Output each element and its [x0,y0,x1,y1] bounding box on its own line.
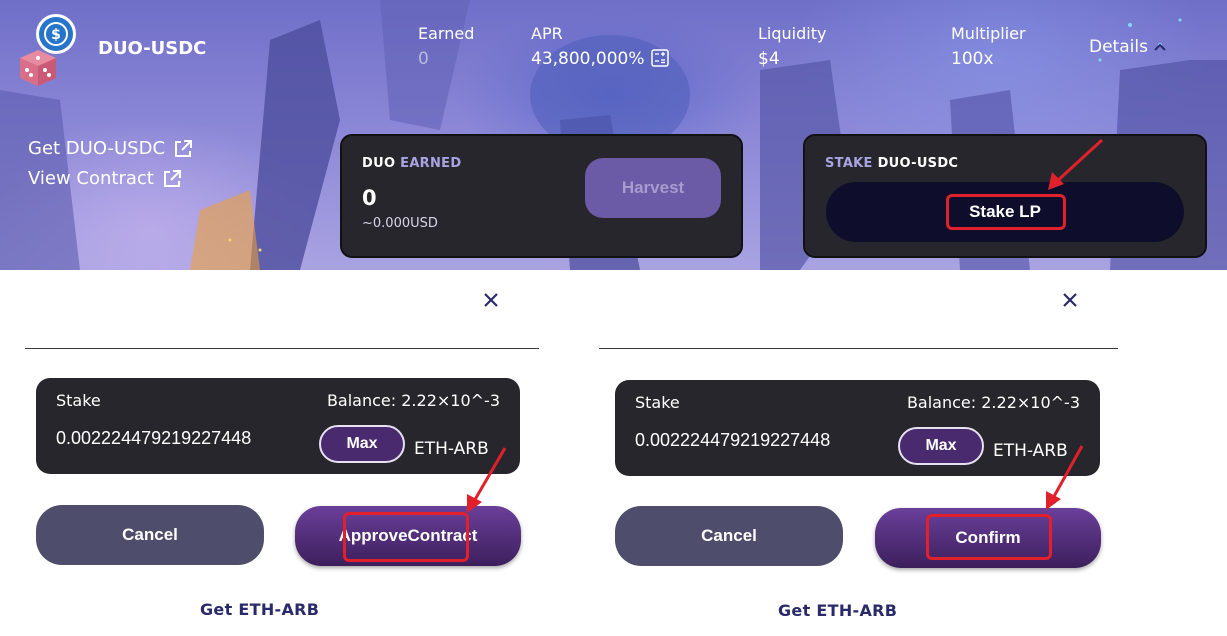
stake-amount-input[interactable] [635,430,885,451]
modal-divider [25,348,539,349]
calculator-icon[interactable] [651,49,669,67]
balance-text: Balance: 2.22×10^-3 [906,393,1080,412]
multiplier-value: 100x [951,49,994,69]
stake-input-box: Stake Balance: 2.22×10^-3 Max ETH-ARB [615,380,1100,476]
svg-text:$: $ [51,27,61,43]
close-icon[interactable] [479,288,503,312]
stake-label: Stake [635,393,680,412]
view-contract-link[interactable]: View Contract [28,168,182,189]
close-icon[interactable] [1058,288,1082,312]
harvest-button[interactable]: Harvest [585,158,721,218]
external-link-icon [163,169,181,187]
get-token-link[interactable]: Get ETH-ARB [778,601,897,620]
stake-label: Stake [56,391,101,410]
highlight-box [946,194,1066,230]
apr-value: 43,800,000% [531,49,645,69]
dice-icon [20,50,56,86]
max-button[interactable]: Max [898,427,984,465]
stake-modal-confirm: Stake Balance: 2.22×10^-3 Max ETH-ARB Ca… [580,270,1140,636]
pair-logo: $ [16,14,82,86]
get-pair-link[interactable]: Get DUO-USDC [28,138,193,159]
modal-divider [599,348,1118,349]
get-pair-label: Get DUO-USDC [28,138,166,159]
earned-card: DUO EARNED 0 ~0.000USD Harvest [340,134,743,258]
highlight-box [343,512,469,562]
earned-card-token: DUO [362,156,396,171]
stake-amount-input[interactable] [56,428,306,449]
liquidity-value: $4 [758,49,780,69]
max-button[interactable]: Max [319,425,405,463]
chevron-up-icon [1154,43,1166,51]
apr-label: APR [531,24,563,43]
stake-card-prefix: STAKE [825,156,873,171]
token-symbol: ETH-ARB [993,441,1068,461]
earned-card-title: DUO EARNED [362,156,461,171]
liquidity-label: Liquidity [758,24,827,43]
external-link-icon [175,139,193,157]
highlight-box [926,514,1052,560]
pair-name: DUO-USDC [98,38,207,59]
token-symbol: ETH-ARB [414,439,489,459]
earned-label: Earned [418,24,475,43]
earned-usd: ~0.000USD [362,216,438,231]
view-contract-label: View Contract [28,168,154,189]
stake-modal-approve: Stake Balance: 2.22×10^-3 Max ETH-ARB Ca… [0,270,560,636]
earned-card-suffix: EARNED [400,156,462,171]
stake-card-title: STAKE DUO-USDC [825,156,958,171]
earned-value: 0 [418,49,429,69]
cancel-button[interactable]: Cancel [36,505,264,565]
multiplier-label: Multiplier [951,24,1026,43]
earned-amount: 0 [362,186,377,210]
details-label: Details [1089,37,1148,57]
stake-input-box: Stake Balance: 2.22×10^-3 Max ETH-ARB [36,378,520,474]
details-toggle[interactable]: Details [1089,37,1166,57]
cancel-button[interactable]: Cancel [615,506,843,566]
stake-card-token: DUO-USDC [877,156,959,171]
get-token-link[interactable]: Get ETH-ARB [200,600,319,619]
balance-text: Balance: 2.22×10^-3 [326,391,500,410]
